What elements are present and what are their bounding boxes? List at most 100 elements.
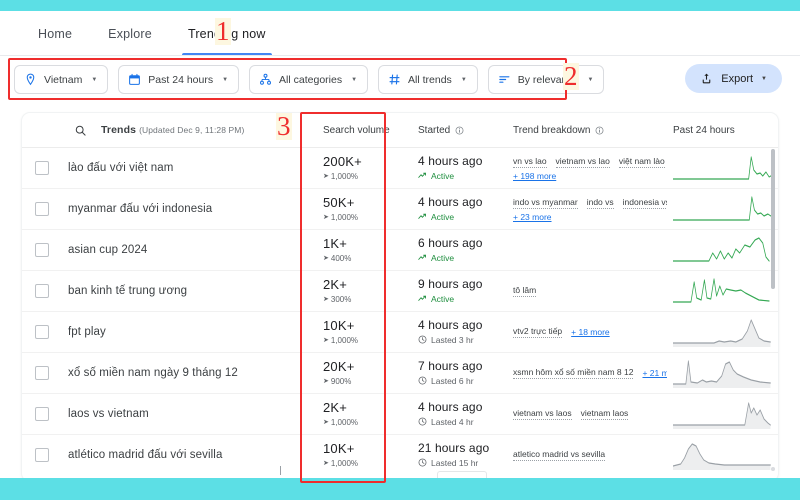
breakdown-term[interactable]: vietnam vs lao (555, 156, 610, 168)
breakdown-more-link[interactable]: + 198 more (513, 171, 556, 181)
status-label: Lasted 3 hr (431, 334, 474, 345)
arrow-up-icon: ➤ (323, 214, 329, 222)
row-started-cell: 4 hours ago Lasted 4 hr (418, 400, 513, 427)
info-icon[interactable] (595, 126, 604, 135)
table-row[interactable]: atlético madrid đấu với sevilla 10K+ ➤ 1,00… (22, 435, 778, 475)
table-row[interactable]: asian cup 2024 1K+ ➤ 400% 6 hours ago Active (22, 230, 778, 271)
breakdown-term[interactable]: tô lâm (513, 285, 537, 297)
table-row[interactable]: laos vs vietnam 2K+ ➤ 1,000% 4 hours ago Last… (22, 394, 778, 435)
started-value: 4 hours ago (418, 195, 483, 210)
search-volume-change: ➤ 1,000% (323, 336, 418, 345)
started-value: 7 hours ago (418, 359, 483, 374)
export-icon (702, 73, 711, 84)
row-title-cell[interactable]: xổ số miền nam ngày 9 tháng 12 (62, 367, 323, 379)
status-badge: Lasted 3 hr (418, 335, 513, 345)
table-row[interactable]: fpt play 10K+ ➤ 1,000% 4 hours ago Lasted 3 h… (22, 312, 778, 353)
row-title-cell[interactable]: laos vs vietnam (62, 408, 323, 420)
nav-tab-explore[interactable]: Explore (90, 11, 170, 56)
annotation-number-3: 3 (276, 111, 292, 141)
row-checkbox[interactable] (35, 325, 49, 339)
row-search-volume-cell: 200K+ ➤ 1,000% (323, 155, 418, 181)
filter-chip-by-relevance[interactable]: By relevance ▼ (487, 65, 605, 94)
row-started-cell: 4 hours ago Lasted 3 hr (418, 318, 513, 345)
breakdown-term[interactable]: atletico madrid vs sevilla (513, 449, 606, 461)
status-badge: Lasted 6 hr (418, 376, 513, 386)
trending-up-icon (418, 296, 426, 302)
search-volume-percent: 1,000% (330, 458, 359, 468)
status-label: Active (431, 211, 455, 222)
breakdown-term[interactable]: vn vs lao (513, 156, 547, 168)
row-title-cell[interactable]: fpt play (62, 326, 323, 338)
row-title-cell[interactable]: asian cup 2024 (62, 244, 323, 256)
row-checkbox-cell (22, 366, 62, 380)
row-sparkline-cell (673, 194, 778, 224)
table-row[interactable]: myanmar đấu với indonesia 50K+ ➤ 1,000% 4 ho… (22, 189, 778, 230)
search-volume-percent: 400% (330, 253, 352, 263)
row-checkbox[interactable] (35, 202, 49, 216)
row-sparkline-cell (673, 399, 778, 429)
row-title-cell[interactable]: myanmar đấu với indonesia (62, 203, 323, 215)
row-checkbox[interactable] (35, 407, 49, 421)
row-title-cell[interactable]: atlético madrid đấu với sevilla (62, 449, 323, 461)
arrow-up-icon: ➤ (323, 378, 329, 386)
row-trend-breakdown-cell: vietnam vs laos vietnam laos (513, 408, 673, 420)
filter-chip-all-categories[interactable]: All categories ▼ (249, 65, 369, 94)
breakdown-term[interactable]: xsmn hôm xổ số miền nam 8 12 (513, 367, 634, 379)
clock-icon (418, 417, 427, 426)
search-volume-change: ➤ 900% (323, 377, 418, 386)
breakdown-term[interactable]: vtv2 trực tiếp (513, 326, 563, 338)
table-row[interactable]: lào đấu với việt nam 200K+ ➤ 1,000% 4 hours … (22, 148, 778, 189)
arrow-up-icon: ➤ (323, 419, 329, 427)
breakdown-term[interactable]: indonesia vs (622, 197, 667, 209)
breakdown-term[interactable]: việt nam lào (618, 156, 665, 168)
trend-title: ban kinh tế trung ương (68, 285, 188, 297)
nav-tab-home[interactable]: Home (20, 11, 90, 56)
breakdown-term[interactable]: indo vs myanmar (513, 197, 578, 209)
filter-chip-vietnam[interactable]: Vietnam ▼ (14, 65, 109, 94)
trending-up-icon (418, 173, 426, 179)
filter-chip-label: All categories (279, 73, 343, 86)
trending-up-icon (418, 214, 426, 220)
header-trend-breakdown-cell: Trend breakdown (513, 125, 673, 136)
row-checkbox[interactable] (35, 161, 49, 175)
breakdown-term[interactable]: vietnam vs laos (513, 408, 572, 420)
filter-chip-past-24-hours[interactable]: Past 24 hours ▼ (118, 65, 240, 94)
filter-chip-all-trends[interactable]: All trends ▼ (378, 65, 478, 94)
status-badge: Lasted 4 hr (418, 417, 513, 427)
row-sparkline-cell (673, 153, 778, 183)
sparkline-chart (673, 196, 773, 221)
row-search-volume-cell: 10K+ ➤ 1,000% (323, 442, 418, 468)
breakdown-more-link[interactable]: + 23 more (513, 212, 552, 222)
started-value: 6 hours ago (418, 236, 483, 251)
row-checkbox[interactable] (35, 243, 49, 257)
row-trend-breakdown-cell: xsmn hôm xổ số miền nam 8 12 + 21 more (513, 367, 673, 379)
header-search-volume-cell: Search volume (323, 125, 418, 136)
breakdown-term[interactable]: indo vs (586, 197, 614, 209)
breakdown-term[interactable]: vietnam laos (580, 408, 629, 420)
row-started-cell: 4 hours ago Active (418, 154, 513, 181)
table-row[interactable]: xổ số miền nam ngày 9 tháng 12 20K+ ➤ 900% 7… (22, 353, 778, 394)
trend-title: fpt play (68, 326, 106, 338)
row-checkbox[interactable] (35, 366, 49, 380)
row-title-cell[interactable]: ban kinh tế trung ương (62, 285, 323, 297)
status-badge: Active (418, 171, 513, 181)
trends-table: Trends (Updated Dec 9, 11:28 PM) Search … (22, 113, 778, 478)
row-sparkline-cell (673, 358, 778, 388)
search-volume-change: ➤ 1,000% (323, 459, 418, 468)
breakdown-more-link[interactable]: + 21 more (642, 368, 667, 378)
export-button[interactable]: Export ▼ (685, 64, 782, 93)
table-row[interactable]: ban kinh tế trung ương 2K+ ➤ 300% 9 hours ag… (22, 271, 778, 312)
search-volume-percent: 300% (330, 294, 352, 304)
status-badge: Active (418, 212, 513, 222)
partial-row-placeholder (437, 471, 487, 478)
info-icon[interactable] (455, 126, 464, 135)
row-search-volume-cell: 20K+ ➤ 900% (323, 360, 418, 386)
breakdown-more-link[interactable]: + 18 more (571, 327, 610, 337)
row-title-cell[interactable]: lào đấu với việt nam (62, 162, 323, 174)
row-checkbox[interactable] (35, 284, 49, 298)
vertical-scrollbar[interactable] (771, 149, 775, 289)
started-value: 21 hours ago (418, 441, 490, 456)
search-icon[interactable] (74, 124, 87, 137)
row-checkbox[interactable] (35, 448, 49, 462)
row-sparkline-cell (673, 235, 778, 265)
